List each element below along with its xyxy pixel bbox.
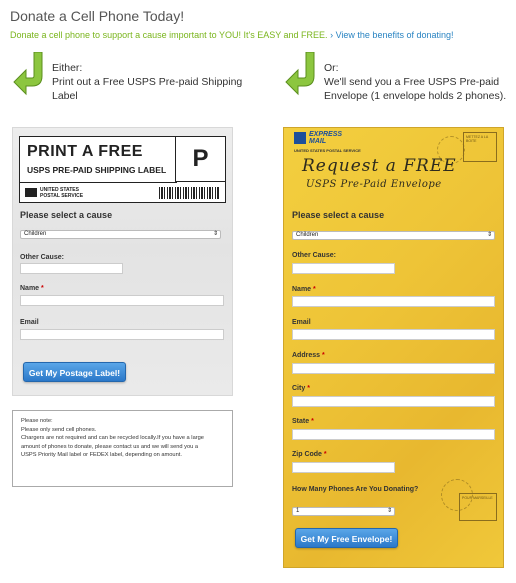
benefits-link[interactable]: › View the benefits of donating! <box>330 30 453 40</box>
zip-label-text: Zip Code <box>292 451 322 458</box>
left-option-line: Print out a Free USPS Pre-paid Shipping <box>52 76 243 88</box>
required-mark: * <box>41 285 44 292</box>
envelope-subtitle: USPS Pre-Paid Envelope <box>306 179 442 190</box>
right-option-line: We'll send you a Free USPS Pre-paid <box>324 76 500 88</box>
note-line: amount of phones to donate, please conta… <box>21 443 199 450</box>
other-cause-label: Other Cause: <box>20 254 64 261</box>
email-input[interactable] <box>292 329 495 340</box>
note-line: Chargers are not required and can be rec… <box>21 435 204 441</box>
note-line: Please only send cell phones. <box>21 426 97 433</box>
cause-selected-value: Children <box>296 232 319 238</box>
required-mark: * <box>313 286 316 293</box>
phones-count-select[interactable]: 1 ⇕ <box>292 507 395 516</box>
select-arrows-icon: ⇕ <box>486 232 492 238</box>
required-mark: * <box>311 418 314 425</box>
other-cause-label: Other Cause: <box>292 252 336 259</box>
envelope-title: Request a FREE <box>302 156 457 176</box>
page-title: Donate a Cell Phone Today! <box>10 8 185 24</box>
express-mail-eagle-icon <box>294 132 306 144</box>
usps-text: UNITED STATES POSTAL SERVICE <box>40 187 83 199</box>
shipping-label-panel: PRINT A FREE USPS PRE-PAID SHIPPING LABE… <box>12 127 233 396</box>
envelope-panel: EXPRESS MAIL UNITED STATES POSTAL SERVIC… <box>283 127 504 568</box>
cause-selected-value: Children <box>24 231 47 237</box>
label-title: PRINT A FREE <box>27 143 143 160</box>
email-label: Email <box>20 319 39 326</box>
cause-heading: Please select a cause <box>292 210 385 220</box>
name-input[interactable] <box>292 296 495 307</box>
left-option-text: Either: Print out a Free USPS Pre-paid S… <box>52 61 242 103</box>
other-cause-input[interactable] <box>292 263 395 274</box>
other-cause-input[interactable] <box>20 263 123 274</box>
email-label: Email <box>292 319 311 326</box>
barcode-icon <box>159 187 219 199</box>
city-label: City * <box>292 385 310 392</box>
note-line: Please note: <box>21 418 53 424</box>
left-option-line: Label <box>52 90 78 102</box>
green-arrow-icon <box>12 51 44 98</box>
cause-heading: Please select a cause <box>20 210 113 220</box>
required-mark: * <box>321 352 325 359</box>
required-mark: * <box>307 385 310 392</box>
zip-label: Zip Code * <box>292 451 327 458</box>
name-input[interactable] <box>20 295 224 306</box>
address-label: Address * <box>292 352 325 359</box>
right-option-text: Or: We'll send you a Free USPS Pre-paid … <box>324 61 506 103</box>
state-label: State * <box>292 418 314 425</box>
note-box: Please note: Please only send cell phone… <box>12 410 233 487</box>
name-label: Name * <box>292 286 316 293</box>
express-line: EXPRESS <box>309 131 343 138</box>
required-mark: * <box>323 451 327 458</box>
state-input[interactable] <box>292 429 495 440</box>
or-label: Or: <box>324 62 339 74</box>
select-arrows-icon: ⇕ <box>212 231 218 237</box>
either-label: Either: <box>52 62 83 74</box>
stamp-box: METTEZ A LA BOITE <box>463 132 497 162</box>
cause-select[interactable]: Children ⇕ <box>292 231 495 240</box>
usps-line: POSTAL SERVICE <box>40 193 84 199</box>
stamp-box: POUR MARSEILLE <box>459 493 497 521</box>
express-mail-logo: EXPRESS MAIL <box>309 131 342 145</box>
name-label-text: Name <box>20 285 40 292</box>
phones-count-label: How Many Phones Are You Donating? <box>292 486 419 493</box>
right-option-line: Envelope (1 envelope holds 2 phones). <box>324 90 507 102</box>
zip-input[interactable] <box>292 462 395 473</box>
select-arrows-icon: ⇕ <box>386 508 392 514</box>
get-free-envelope-button[interactable]: Get My Free Envelope! <box>295 528 398 548</box>
phones-count-value: 1 <box>296 508 300 514</box>
green-arrow-icon <box>284 51 316 98</box>
priority-letter: P <box>175 137 225 182</box>
email-input[interactable] <box>20 329 224 340</box>
intro-text: Donate a cell phone to support a cause i… <box>10 30 328 40</box>
divider <box>20 182 177 183</box>
name-label-text: Name <box>292 286 312 293</box>
usps-small-text: UNITED STATES POSTAL SERVICE <box>294 148 361 153</box>
name-label: Name * <box>20 285 44 292</box>
city-input[interactable] <box>292 396 495 407</box>
state-label-text: State <box>292 418 310 425</box>
get-postage-label-button[interactable]: Get My Postage Label! <box>23 362 126 382</box>
usps-eagle-icon <box>25 188 37 197</box>
express-line: MAIL <box>309 138 327 145</box>
label-subtitle: USPS PRE-PAID SHIPPING LABEL <box>27 165 167 175</box>
cause-select[interactable]: Children ⇕ <box>20 230 221 239</box>
shipping-label-graphic: PRINT A FREE USPS PRE-PAID SHIPPING LABE… <box>19 136 226 203</box>
address-input[interactable] <box>292 363 495 374</box>
city-label-text: City <box>292 385 306 392</box>
note-line: USPS Priority Mail label or FEDEX label,… <box>21 452 182 458</box>
address-label-text: Address <box>292 352 321 359</box>
intro-line: Donate a cell phone to support a cause i… <box>10 30 454 40</box>
